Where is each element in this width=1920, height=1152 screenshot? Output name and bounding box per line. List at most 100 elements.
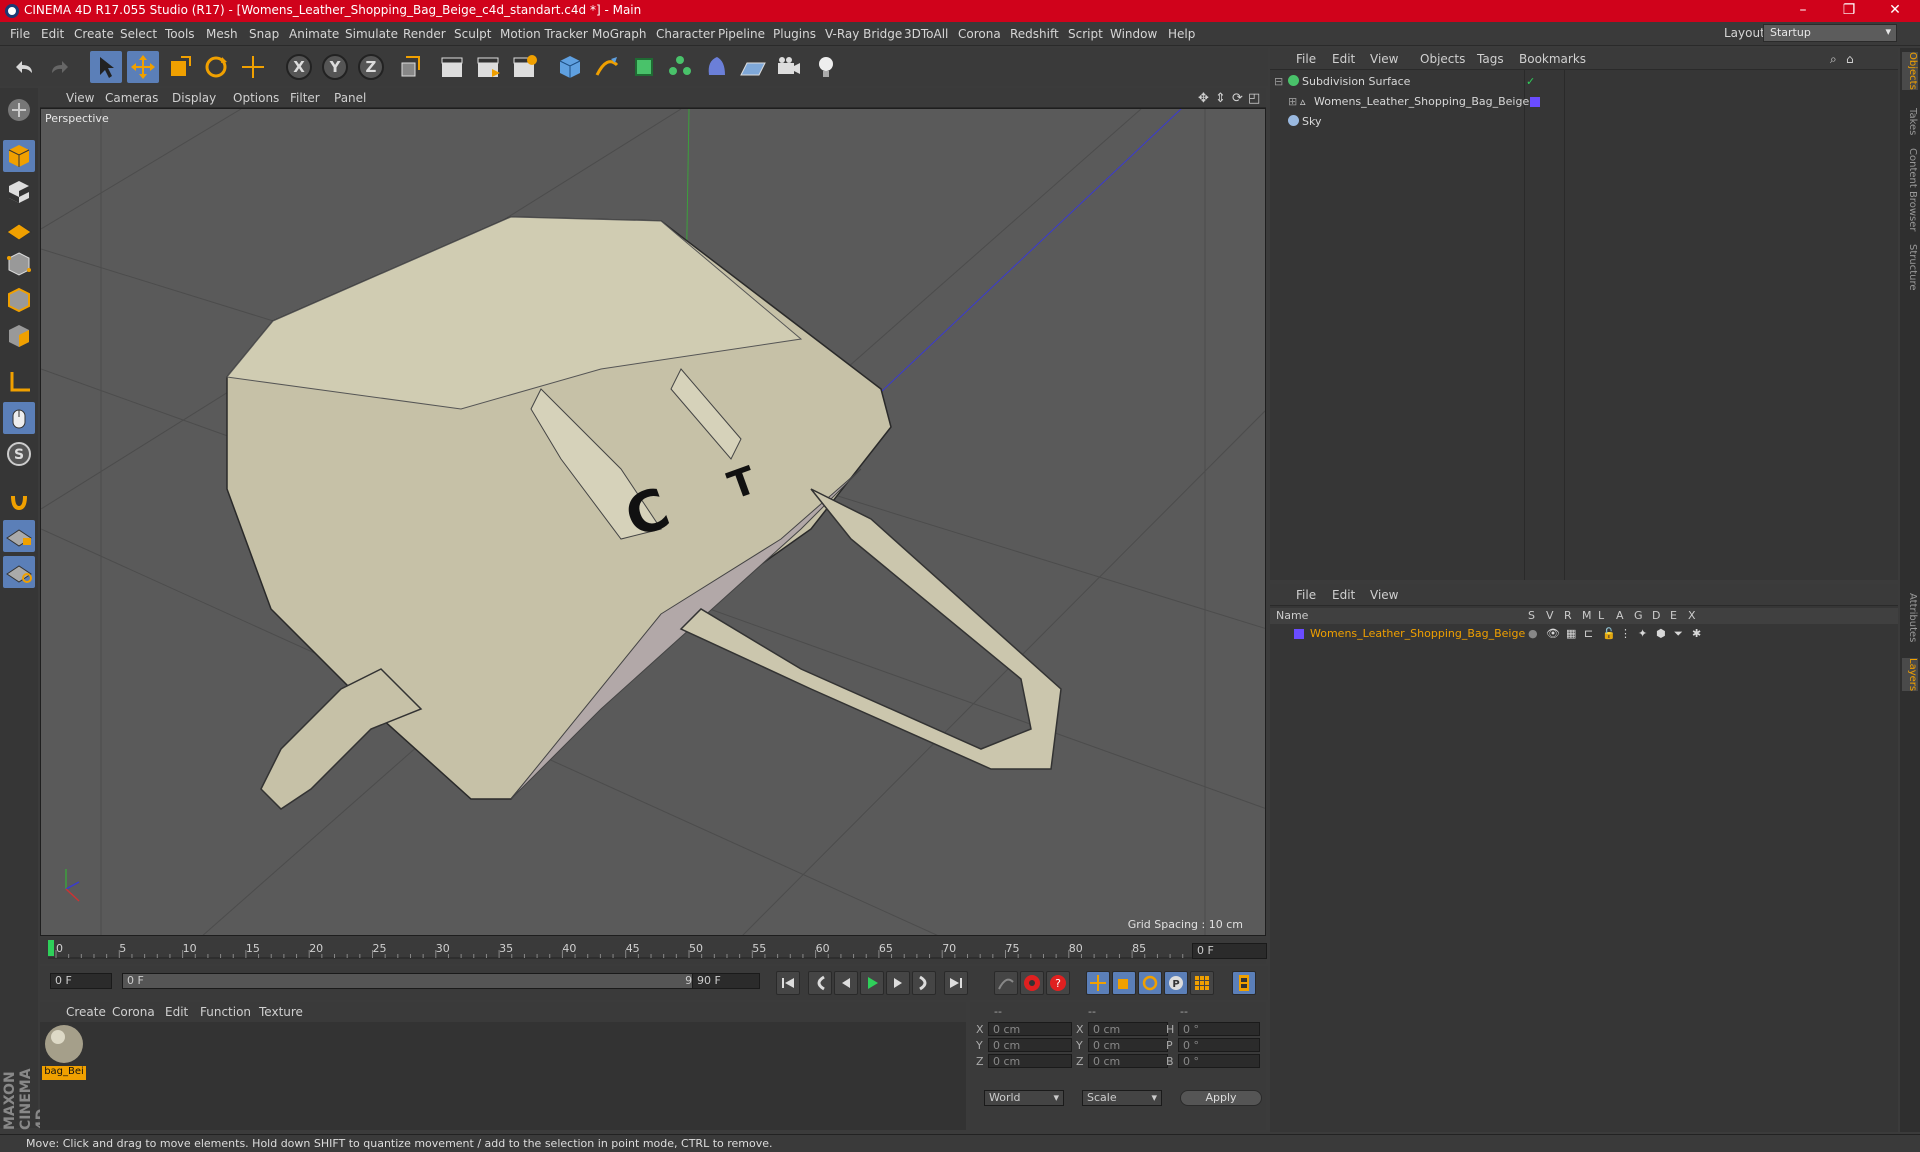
layer-menu-file[interactable]: File [1296,588,1316,602]
expression-icon[interactable]: ⏷ [1674,627,1683,641]
tab-objects[interactable]: Objects [1902,52,1918,90]
apply-button[interactable]: Apply [1180,1090,1262,1106]
start-frame-field[interactable]: 0 F [50,973,112,989]
layer-row-bag[interactable]: Womens_Leather_Shopping_Bag_Beige ● 👁 ▦ … [1274,626,1896,644]
timeline-window-button[interactable] [1232,971,1256,995]
menu-file[interactable]: File [10,27,30,41]
object-menu-edit[interactable]: Edit [1332,52,1355,66]
autokey-button[interactable]: ? [1046,971,1070,995]
goto-end-button[interactable] [944,971,968,995]
menu-tools[interactable]: Tools [165,27,195,41]
material-menu-texture[interactable]: Texture [259,1005,303,1019]
animation-icon[interactable]: ⋮ [1620,627,1631,640]
previous-key-button[interactable] [808,971,832,995]
menu-motion-tracker[interactable]: Motion Tracker [500,27,588,41]
generator-icon[interactable]: ✦ [1638,627,1647,640]
object-menu-objects[interactable]: Objects [1420,52,1465,66]
menu-render[interactable]: Render [403,27,446,41]
menu-select[interactable]: Select [120,27,157,41]
recent-tool-button[interactable] [237,51,269,83]
goto-start-button[interactable] [776,971,800,995]
menu-3dtoall[interactable]: 3DToAll [904,27,948,41]
menu-sculpt[interactable]: Sculpt [454,27,491,41]
workplane-mode-button[interactable] [3,212,35,244]
add-floor-button[interactable] [737,51,769,83]
redo-button[interactable] [44,51,76,83]
key-rotation-button[interactable] [1138,971,1162,995]
material-menu-corona[interactable]: Corona [112,1005,155,1019]
viewport-rotate-icon[interactable]: ⟳ [1232,91,1243,106]
live-selection-button[interactable] [90,51,122,83]
tweak-mode-button[interactable] [3,402,35,434]
visibility-check-icon[interactable]: ✓ [1526,75,1535,88]
rotation-value-field[interactable]: 0 ° [1178,1022,1260,1036]
playhead-marker[interactable] [48,940,54,956]
menu-redshift[interactable]: Redshift [1010,27,1059,41]
size-value-field[interactable]: 0 cm [1088,1054,1168,1068]
menu-create[interactable]: Create [74,27,114,41]
record-button[interactable] [1020,971,1044,995]
move-tool-button[interactable] [127,51,159,83]
key-pla-button[interactable] [1190,971,1214,995]
key-parameter-button[interactable]: P [1164,971,1188,995]
object-row-sky[interactable]: Sky [1274,114,1896,132]
viewport-menu-display[interactable]: Display [172,91,216,105]
x-axis-lock-button[interactable]: X [283,51,315,83]
menu-snap[interactable]: Snap [249,27,279,41]
menu-help[interactable]: Help [1168,27,1195,41]
viewport-menu-view[interactable]: View [66,91,94,105]
model-mode-button[interactable] [3,140,35,172]
undo-button[interactable] [8,51,40,83]
viewport-maximize-icon[interactable]: ◰ [1248,91,1260,106]
layer-menu-edit[interactable]: Edit [1332,588,1355,602]
make-editable-button[interactable] [3,94,35,126]
home-icon[interactable]: ⌂ [1846,52,1854,66]
object-menu-tags[interactable]: Tags [1477,52,1504,66]
menu-animate[interactable]: Animate [289,27,339,41]
material-menu-function[interactable]: Function [200,1005,251,1019]
polygons-mode-button[interactable] [3,320,35,352]
material-menu-create[interactable]: Create [66,1005,106,1019]
z-axis-lock-button[interactable]: Z [355,51,387,83]
menu-mesh[interactable]: Mesh [206,27,238,41]
viewport-menu-filter[interactable]: Filter [290,91,320,105]
viewport-menu-panel[interactable]: Panel [334,91,366,105]
menu-corona[interactable]: Corona [958,27,1001,41]
layer-color-swatch[interactable] [1294,629,1304,639]
menu-character[interactable]: Character [656,27,715,41]
tab-structure[interactable]: Structure [1902,244,1918,291]
manager-icon[interactable]: ⊏ [1584,627,1593,640]
object-menu-file[interactable]: File [1296,52,1316,66]
motion-path-button[interactable] [994,971,1018,995]
layout-dropdown[interactable]: Startup ▾ [1763,24,1897,42]
key-position-button[interactable] [1086,971,1110,995]
add-deformer-button[interactable] [701,51,733,83]
viewport-pan-icon[interactable]: ✥ [1198,91,1209,106]
menu-vray-bridge[interactable]: V-Ray Bridge [825,27,902,41]
render-settings-button[interactable] [508,51,540,83]
deformer-icon[interactable]: ⬢ [1656,627,1666,640]
tab-content-browser[interactable]: Content Browser [1902,148,1918,231]
key-scale-button[interactable] [1112,971,1136,995]
frame-range-slider[interactable]: 0 F 90 F [122,973,722,989]
menu-simulate[interactable]: Simulate [345,27,398,41]
rotation-value-field[interactable]: 0 ° [1178,1038,1260,1052]
menu-edit[interactable]: Edit [41,27,64,41]
viewport-menu-options[interactable]: Options [233,91,279,105]
tab-takes[interactable]: Takes [1902,108,1918,135]
coordinate-mode-dropdown[interactable]: World ▾ [984,1090,1064,1106]
magnet-tool-button[interactable] [3,484,35,516]
rotate-tool-button[interactable] [200,51,232,83]
search-icon[interactable]: ⌕ [1830,52,1837,67]
render-clapper-icon[interactable]: ▦ [1566,627,1576,640]
object-menu-bookmarks[interactable]: Bookmarks [1519,52,1586,66]
menu-mograph[interactable]: MoGraph [592,27,647,41]
current-frame-field[interactable]: 0 F [1192,943,1267,959]
viewport-menu-cameras[interactable]: Cameras [105,91,158,105]
add-light-button[interactable] [810,51,842,83]
viewport-canvas[interactable]: C T Perspective Grid Spacing : 10 cm [40,108,1266,936]
previous-frame-button[interactable] [834,971,858,995]
points-mode-button[interactable] [3,248,35,280]
menu-pipeline[interactable]: Pipeline [718,27,765,41]
render-view-button[interactable] [436,51,468,83]
